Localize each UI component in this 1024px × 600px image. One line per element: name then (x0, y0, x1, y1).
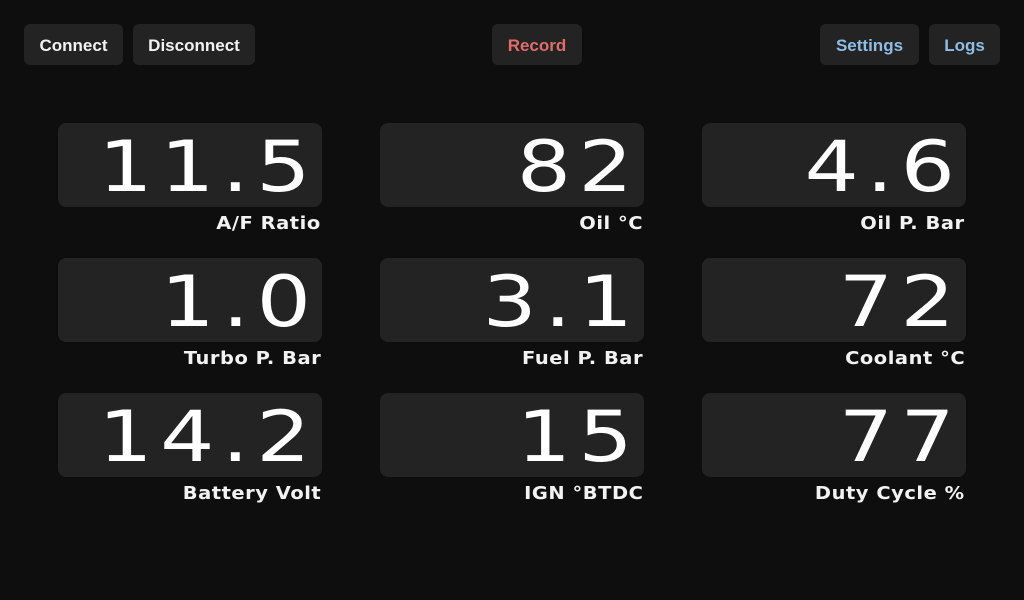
gauge-panel: 1.0 (58, 258, 322, 342)
gauge-panel: 11.5 (58, 123, 322, 207)
gauge-panel: 77 (702, 393, 966, 477)
gauge-value: 72 (838, 261, 962, 343)
gauge-value: 15 (516, 396, 640, 478)
gauge-oil-pressure: 4.6 Oil P. Bar (702, 123, 966, 239)
gauge-panel: 4.6 (702, 123, 966, 207)
logs-button[interactable]: Logs (929, 24, 1000, 65)
gauge-label: Duty Cycle % (815, 483, 965, 504)
gauge-value: 1.0 (160, 261, 318, 343)
record-button[interactable]: Record (492, 24, 582, 65)
gauge-coolant-temp: 72 Coolant °C (702, 258, 966, 374)
gauge-value: 3.1 (482, 261, 640, 343)
gauge-label: A/F Ratio (216, 213, 321, 234)
gauge-battery-volt: 14.2 Battery Volt (58, 393, 322, 509)
gauge-label: Oil P. Bar (860, 213, 965, 234)
gauge-oil-temp: 82 Oil °C (380, 123, 644, 239)
gauge-label: Fuel P. Bar (521, 348, 643, 369)
gauge-turbo-pressure: 1.0 Turbo P. Bar (58, 258, 322, 374)
connect-button[interactable]: Connect (24, 24, 123, 65)
disconnect-button[interactable]: Disconnect (133, 24, 255, 65)
gauge-fuel-pressure: 3.1 Fuel P. Bar (380, 258, 644, 374)
gauge-panel: 3.1 (380, 258, 644, 342)
gauge-label: Turbo P. Bar (183, 348, 321, 369)
gauge-value: 14.2 (98, 396, 318, 478)
gauge-value: 4.6 (804, 126, 962, 208)
gauge-label: IGN °BTDC (523, 483, 643, 504)
gauge-panel: 15 (380, 393, 644, 477)
settings-button[interactable]: Settings (820, 24, 919, 65)
gauge-panel: 14.2 (58, 393, 322, 477)
gauge-value: 82 (516, 126, 640, 208)
gauge-ignition-timing: 15 IGN °BTDC (380, 393, 644, 509)
gauge-value: 77 (838, 396, 962, 478)
dashboard-screen: Connect Disconnect Record Settings Logs … (0, 0, 1024, 600)
gauge-label: Oil °C (579, 213, 643, 234)
gauge-panel: 82 (380, 123, 644, 207)
gauge-value: 11.5 (98, 126, 318, 208)
gauge-label: Coolant °C (844, 348, 965, 369)
gauge-duty-cycle: 77 Duty Cycle % (702, 393, 966, 509)
gauge-af-ratio: 11.5 A/F Ratio (58, 123, 322, 239)
gauge-label: Battery Volt (182, 483, 321, 504)
gauge-panel: 72 (702, 258, 966, 342)
